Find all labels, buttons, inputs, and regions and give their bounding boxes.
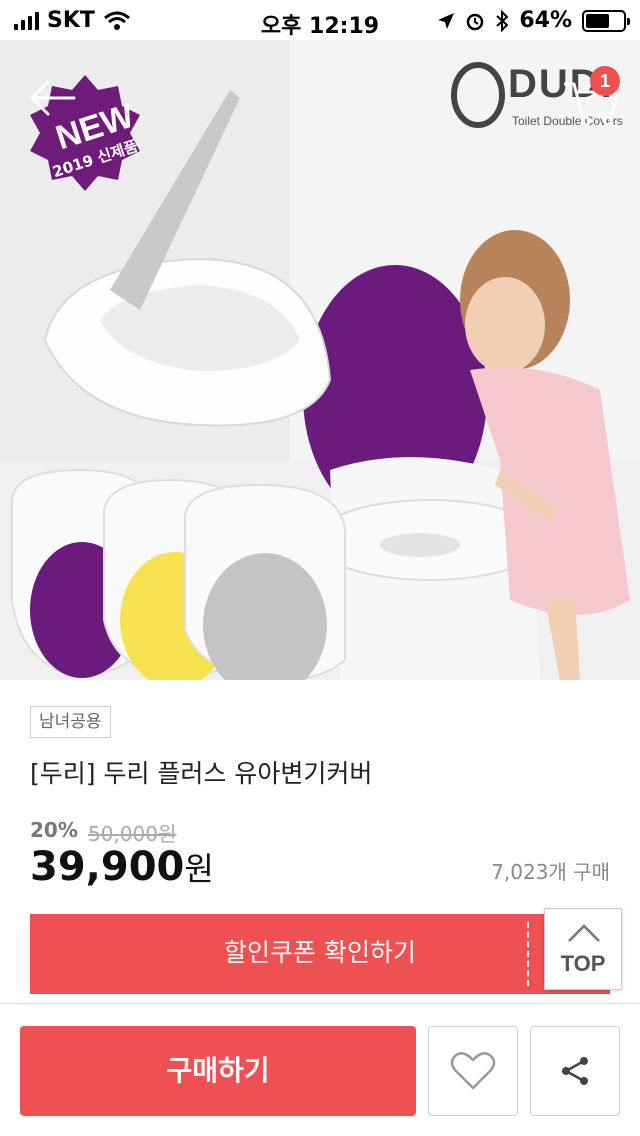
back-button[interactable]: [28, 78, 76, 118]
cart-button[interactable]: 1: [560, 66, 624, 126]
scroll-top-label: TOP: [560, 951, 606, 976]
alarm-icon: [467, 13, 484, 30]
share-button[interactable]: [530, 1026, 620, 1116]
bluetooth-icon: [496, 9, 509, 32]
product-image[interactable]: NEW 2019 신제품 DUDI Toilet Double Covers 1: [0, 40, 640, 680]
buy-button[interactable]: 구매하기: [20, 1026, 416, 1116]
chevron-up-icon: [568, 924, 600, 942]
share-icon: [562, 1057, 588, 1085]
product-title: [두리] 두리 플러스 유아변기커버: [30, 759, 373, 788]
wishlist-button[interactable]: [428, 1026, 518, 1116]
discount-rate: 20%: [30, 818, 78, 842]
location-icon: [438, 12, 455, 29]
sale-price-value: 39,900: [30, 844, 185, 890]
cart-count-badge: 1: [590, 66, 620, 96]
coupon-button[interactable]: 할인쿠폰 확인하기: [30, 914, 610, 994]
coupon-divider: [527, 922, 529, 986]
heart-icon: [450, 1052, 496, 1090]
purchase-count: 7,023개 구매: [491, 860, 610, 884]
status-bar: SKT 오후 12:19 64%: [0, 0, 640, 40]
battery-percent: 64%: [519, 8, 572, 33]
battery-icon: [582, 9, 630, 32]
sale-price: 39,900원: [30, 844, 214, 890]
original-price: 50,000원: [88, 822, 177, 846]
scroll-top-button[interactable]: TOP: [544, 908, 622, 990]
back-arrow-icon: [30, 80, 76, 116]
bottom-bar-divider: [0, 1003, 640, 1004]
price-unit: 원: [184, 850, 214, 888]
gender-tag: 남녀공용: [30, 706, 111, 738]
